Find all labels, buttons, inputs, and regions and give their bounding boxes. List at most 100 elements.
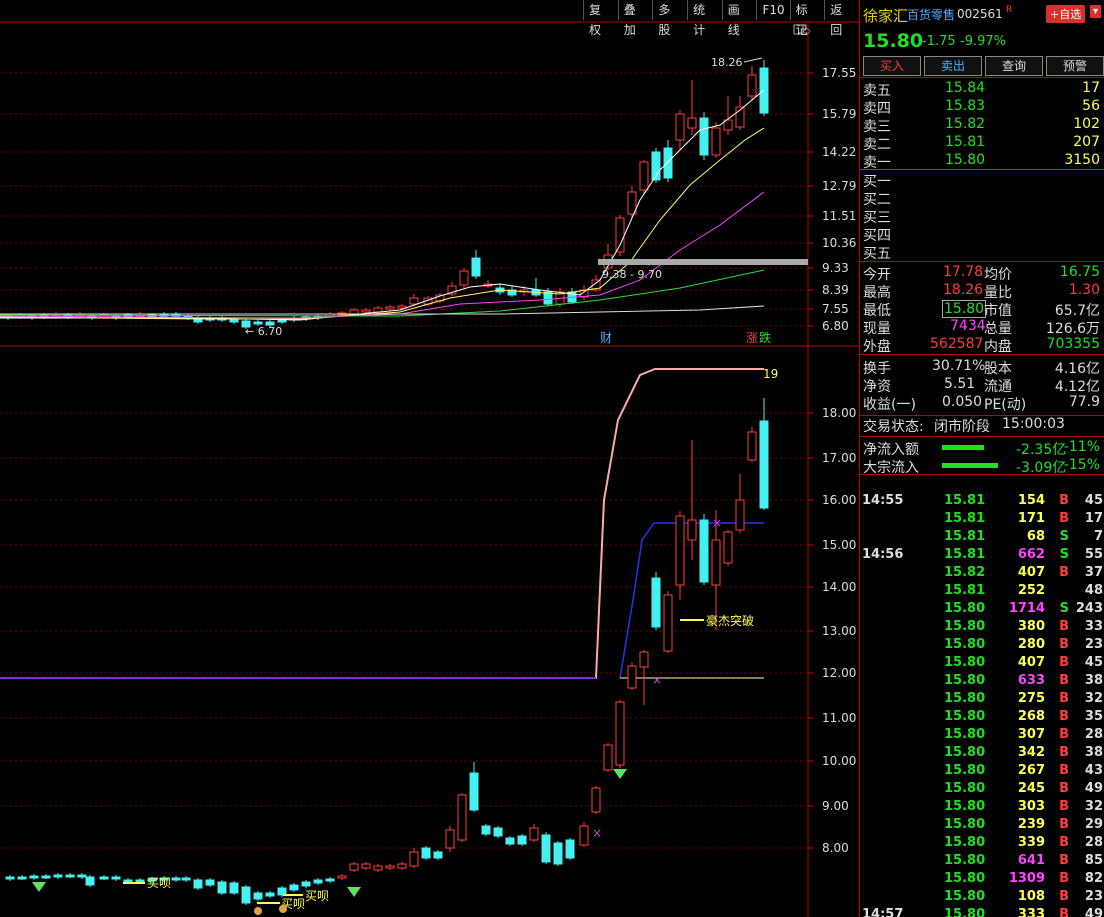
sell-level-5: 卖五 15.84 17 — [863, 80, 1100, 99]
tick-p: 15.82 — [944, 565, 986, 580]
hand-icon — [254, 907, 262, 915]
tick-list[interactable]: 14:55 15.81 154 B 45 15.81 171 B 17 15.81 68 S 7 14:5… — [860, 493, 1104, 917]
query-button[interactable]: 查询 — [985, 55, 1043, 76]
tick-p: 15.80 — [944, 853, 986, 868]
tick-row: 15.80 407 B 45 — [860, 655, 1104, 673]
tick-n: 35 — [1084, 709, 1103, 724]
ma20-line — [0, 191, 765, 319]
down-candle — [253, 892, 263, 900]
tick-s: B — [1059, 889, 1069, 904]
tick-n: 38 — [1084, 745, 1103, 760]
buy-level-2: 买二 — [863, 192, 891, 208]
up-candle — [675, 113, 685, 141]
down-candle — [229, 319, 239, 323]
price-tick-label: 12.79 — [822, 179, 856, 193]
price-tick-label: 9.33 — [822, 261, 849, 275]
add-watchlist-button[interactable]: +自选 — [1046, 5, 1086, 23]
stock-code: 002561 — [957, 7, 1003, 21]
tick-v: 245 — [1017, 781, 1045, 796]
tick-p: 15.80 — [944, 889, 986, 904]
diamond-signal-icon — [347, 887, 361, 897]
tick-s: S — [1059, 529, 1069, 544]
tick-p: 15.80 — [944, 727, 986, 742]
tick-row: 15.80 641 B 85 — [860, 853, 1104, 871]
kline-chart[interactable]: 17.55 15.79 14.22 12.79 11.51 10.36 9.33 8.39 7.… — [0, 0, 859, 917]
down-candle — [313, 879, 323, 884]
price-header: 15.80 -1.75 -9.97% — [860, 26, 1104, 54]
up-candle — [639, 651, 649, 668]
multi-stock-button[interactable]: 多股 — [652, 0, 688, 37]
tick-p: 15.80 — [944, 601, 986, 616]
price-tick-label: 14.22 — [822, 145, 856, 159]
tick-s: B — [1059, 619, 1069, 634]
tick-s: B — [1059, 853, 1069, 868]
tick-n: 49 — [1084, 907, 1103, 917]
up-candle — [349, 863, 359, 871]
tick-row: 15.80 280 B 23 — [860, 637, 1104, 655]
tick-p: 15.81 — [944, 547, 986, 562]
tick-row: 15.80 342 B 38 — [860, 745, 1104, 763]
stats-block: 今开 17.78 均价 16.75 最高 18.26 量比 1.30 最低 15.80 市值 65… — [860, 262, 1104, 355]
stat-row-cur: 现量 7434 总量 126.6万 — [863, 318, 1100, 337]
up-candle — [385, 306, 395, 310]
tick-row: 15.81 68 S 7 — [860, 529, 1104, 547]
tick-n: 48 — [1084, 583, 1103, 598]
down-candle — [111, 876, 121, 880]
tick-s: B — [1059, 709, 1069, 724]
tick-v: 307 — [1017, 727, 1045, 742]
cross-signal-icon: × — [712, 516, 722, 530]
price-tick-label: 18.00 — [822, 406, 856, 420]
tick-row: 14:57 15.80 333 B 49 — [860, 907, 1104, 917]
down-candle — [205, 879, 215, 886]
kline-chart-area[interactable]: 17.55 15.79 14.22 12.79 11.51 10.36 9.33 8.39 7.… — [0, 0, 859, 917]
chevron-down-icon[interactable]: ▾ — [1090, 5, 1102, 18]
stats-button[interactable]: 统计 — [687, 0, 722, 37]
price-tick-label: 17.00 — [822, 451, 856, 465]
tick-s: B — [1059, 871, 1069, 886]
down-candle — [517, 835, 527, 845]
draw-line-button[interactable]: 画线 — [721, 0, 757, 37]
up-candle — [529, 827, 539, 841]
mark-button[interactable]: 标记 — [789, 0, 825, 37]
tick-p: 15.81 — [944, 529, 986, 544]
sell-level-3: 卖三 15.82 102 — [863, 116, 1100, 135]
down-candle — [481, 825, 491, 835]
buy-signal-label: 买呗 — [147, 876, 171, 890]
down-candle — [181, 877, 191, 881]
back-button[interactable]: 返回 — [824, 0, 859, 37]
f10-button[interactable]: F10 — [756, 0, 790, 20]
stock-header: 徐家汇 百货零售 002561 R +自选 ▾ — [860, 0, 1104, 26]
up-candle — [723, 531, 733, 564]
sell-level-1: 卖一 15.80 3150 — [860, 152, 1104, 171]
stat-row-low: 最低 15.80 市值 65.7亿 — [863, 300, 1100, 319]
tick-p: 15.81 — [944, 511, 986, 526]
buy-button[interactable]: 买入 — [863, 55, 921, 76]
fuquan-button[interactable]: 复权 — [583, 0, 618, 37]
tick-p: 15.81 — [944, 583, 986, 598]
tick-v: 407 — [1017, 655, 1045, 670]
tick-row: 15.81 252 48 — [860, 583, 1104, 601]
price-tick-label: 10.00 — [822, 754, 856, 768]
flow-block-bar — [942, 463, 998, 468]
range-bar — [598, 259, 808, 265]
buy-signal-label: 买呗 — [305, 889, 329, 903]
order-buttons: 买入 卖出 查询 预警 — [860, 54, 1104, 78]
down-candle — [277, 887, 287, 896]
up-candle — [675, 515, 685, 586]
up-candle — [615, 701, 625, 766]
tick-s: B — [1059, 907, 1069, 917]
up-candle — [385, 865, 395, 869]
alert-button[interactable]: 预警 — [1046, 55, 1104, 76]
die-marker: 跌 — [759, 330, 771, 345]
up-candle — [337, 875, 347, 879]
tick-n: 23 — [1084, 637, 1103, 652]
overlay-button[interactable]: 叠加 — [617, 0, 653, 37]
high-pointer-icon — [743, 57, 763, 63]
sector-label[interactable]: 百货零售 — [907, 6, 955, 23]
down-candle — [193, 879, 203, 889]
tick-s: B — [1059, 781, 1069, 796]
tick-v: 280 — [1017, 637, 1045, 652]
sell-button[interactable]: 卖出 — [924, 55, 982, 76]
tick-v: 641 — [1017, 853, 1045, 868]
tick-n: 32 — [1084, 691, 1103, 706]
